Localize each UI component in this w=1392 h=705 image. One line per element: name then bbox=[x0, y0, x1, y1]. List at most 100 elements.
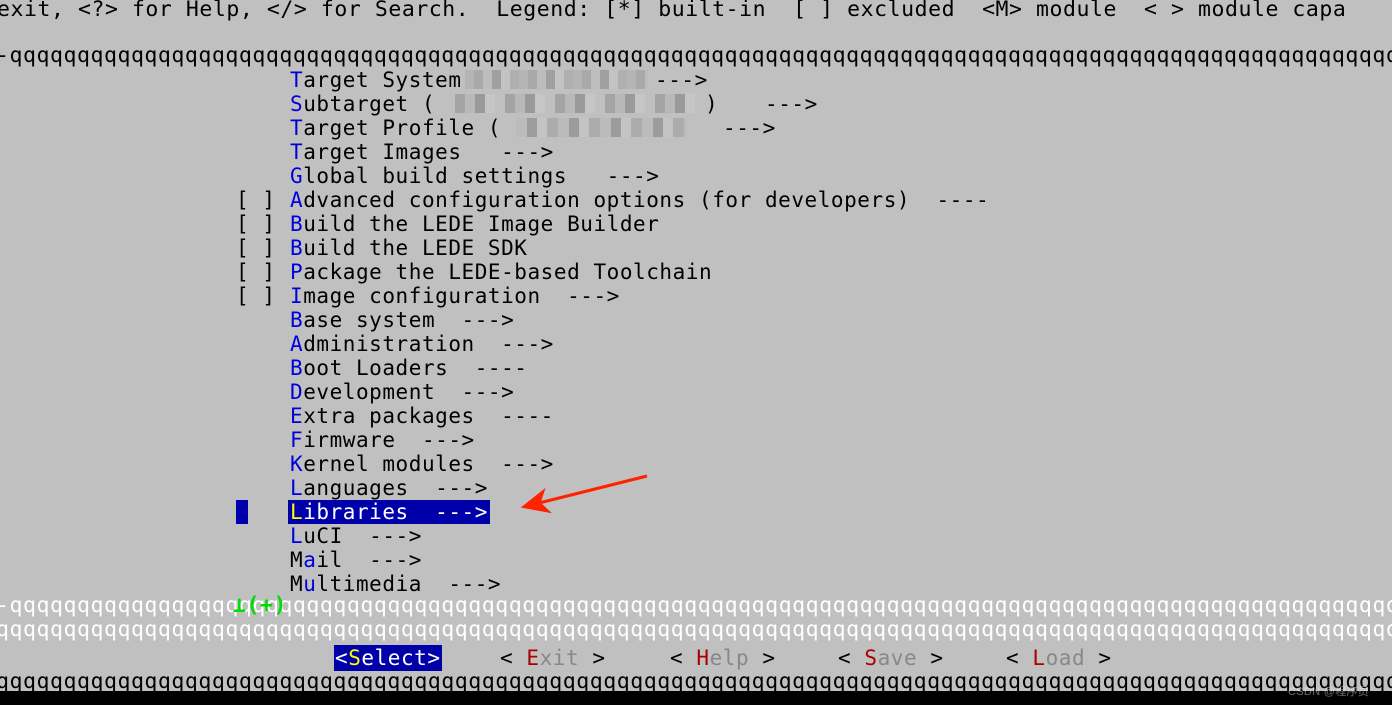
menu-item[interactable]: Firmware ---> bbox=[0, 428, 1392, 452]
load-button[interactable]: < Load > bbox=[1006, 645, 1112, 671]
menu-item-hotkey: L bbox=[290, 524, 304, 548]
config-menu-list[interactable]: Target System ---> Subtarget () ---> Target … bbox=[0, 68, 1392, 596]
menu-item-text: ubtarget ( bbox=[303, 92, 436, 116]
menu-item[interactable]: Development ---> bbox=[0, 380, 1392, 404]
menu-item-checkbox[interactable]: [ ] bbox=[236, 188, 276, 212]
menu-item-text: ibraries ---> bbox=[303, 500, 488, 524]
menu-item[interactable]: Target System ---> bbox=[0, 68, 1392, 92]
menu-item-label: Firmware ---> bbox=[290, 428, 475, 452]
annotation-arrow-icon bbox=[520, 474, 648, 514]
button-open-bracket: < bbox=[500, 646, 527, 670]
menu-item[interactable]: LuCI ---> bbox=[0, 524, 1392, 548]
menu-item-hotkey: B bbox=[290, 236, 304, 260]
selection-cursor-block bbox=[236, 500, 248, 524]
menu-item-label: Target System bbox=[290, 68, 462, 92]
menu-item-submenu-arrow: ---> bbox=[765, 92, 818, 116]
menu-item-label: Target Profile ( bbox=[290, 116, 501, 140]
dialog-inner-border-lower: qqqqqqqqqqqqqqqqqqqqqqqqqqqqqqqqqqqqqqqq… bbox=[0, 618, 1392, 642]
menu-item-text: ackage the LEDE-based Toolchain bbox=[303, 260, 713, 284]
menu-item-label: Development ---> bbox=[290, 380, 514, 404]
menu-item-label-prefix: M bbox=[290, 572, 304, 596]
scroll-position-marker: ⊥(+) bbox=[233, 593, 287, 618]
button-label: elp bbox=[709, 646, 750, 670]
menu-item-label: Build the LEDE SDK bbox=[290, 236, 528, 260]
menu-item-label: Package the LEDE-based Toolchain bbox=[290, 260, 712, 284]
redacted-value bbox=[465, 70, 648, 89]
menu-item-label: Boot Loaders ---- bbox=[290, 356, 528, 380]
menu-item-label: LuCI ---> bbox=[290, 524, 422, 548]
button-label: ave bbox=[877, 646, 918, 670]
menu-item-close-paren: ) bbox=[705, 92, 719, 116]
menu-item-checkbox[interactable]: [ ] bbox=[236, 212, 276, 236]
button-close-bracket: > bbox=[917, 646, 944, 670]
button-hotkey: H bbox=[696, 646, 710, 670]
menu-item[interactable]: Subtarget () ---> bbox=[0, 92, 1392, 116]
menu-item-label: Mail ---> bbox=[290, 548, 422, 572]
menu-item-hotkey: S bbox=[290, 92, 304, 116]
menu-item[interactable]: Languages ---> bbox=[0, 476, 1392, 500]
button-hotkey: S bbox=[348, 646, 362, 670]
button-open-bracket: < bbox=[1006, 646, 1033, 670]
menu-item[interactable]: [ ] Advanced configuration options (for d… bbox=[0, 188, 1392, 212]
menu-item[interactable]: [ ] Package the LEDE-based Toolchain bbox=[0, 260, 1392, 284]
menu-item[interactable]: [ ] Build the LEDE Image Builder bbox=[0, 212, 1392, 236]
menu-item-label: Languages ---> bbox=[290, 476, 488, 500]
watermark-text: CSDN @程序员 bbox=[1288, 686, 1370, 698]
menu-item[interactable]: Target Profile (---> bbox=[0, 116, 1392, 140]
button-close-bracket: > bbox=[749, 646, 776, 670]
menu-item[interactable]: Libraries ---> bbox=[0, 500, 1392, 524]
menu-item-label: Target Images ---> bbox=[290, 140, 554, 164]
menu-item-label: Image configuration ---> bbox=[290, 284, 620, 308]
menu-item-hotkey: I bbox=[290, 284, 304, 308]
menu-item[interactable]: Boot Loaders ---- bbox=[0, 356, 1392, 380]
dialog-button-bar[interactable]: <Select> < Exit > < Help > < Save > < Load > bbox=[0, 645, 1392, 671]
save-button[interactable]: < Save > bbox=[838, 645, 944, 671]
menu-item-hotkey: E bbox=[290, 404, 304, 428]
menu-item-label-prefix: M bbox=[290, 548, 304, 572]
menu-item-text: mage configuration ---> bbox=[303, 284, 620, 308]
button-open-bracket: < bbox=[838, 646, 865, 670]
menu-item-hotkey: T bbox=[290, 116, 304, 140]
menu-item-label: Multimedia ---> bbox=[290, 572, 501, 596]
menu-item-label: Build the LEDE Image Builder bbox=[290, 212, 659, 236]
menu-item[interactable]: Extra packages ---- bbox=[0, 404, 1392, 428]
menu-item[interactable]: Target Images ---> bbox=[0, 140, 1392, 164]
menu-item-checkbox[interactable]: [ ] bbox=[236, 284, 276, 308]
button-hotkey: S bbox=[864, 646, 878, 670]
menu-item-text: arget Profile ( bbox=[303, 116, 502, 140]
redacted-value bbox=[445, 94, 703, 113]
menu-item-text: uild the LEDE SDK bbox=[303, 236, 528, 260]
menu-item-hotkey: P bbox=[290, 260, 304, 284]
menu-item[interactable]: Base system ---> bbox=[0, 308, 1392, 332]
menu-item-checkbox[interactable]: [ ] bbox=[236, 260, 276, 284]
help-button[interactable]: < Help > bbox=[670, 645, 776, 671]
menu-item-hotkey: T bbox=[290, 68, 304, 92]
button-hotkey: E bbox=[526, 646, 540, 670]
menu-item-checkbox[interactable]: [ ] bbox=[236, 236, 276, 260]
menu-item-text: oot Loaders ---- bbox=[303, 356, 528, 380]
menu-item-label: Advanced configuration options (for deve… bbox=[290, 188, 989, 212]
menu-item-text: dministration ---> bbox=[303, 332, 554, 356]
button-close-bracket: > bbox=[427, 646, 441, 670]
select-button[interactable]: <Select> bbox=[334, 645, 442, 671]
menu-item-text: ltimedia ---> bbox=[316, 572, 502, 596]
menu-item[interactable]: Mail ---> bbox=[0, 548, 1392, 572]
menu-item[interactable]: Global build settings ---> bbox=[0, 164, 1392, 188]
button-hotkey: L bbox=[1032, 646, 1046, 670]
menu-item[interactable]: [ ] Image configuration ---> bbox=[0, 284, 1392, 308]
menu-item-text: irmware ---> bbox=[303, 428, 475, 452]
menu-item[interactable]: Administration ---> bbox=[0, 332, 1392, 356]
dialog-inner-border-upper: -qqqqqqqqqqqqqqqqqqqqqqqqqqqqqqqqqqqqqqq… bbox=[0, 594, 1392, 618]
exit-button[interactable]: < Exit > bbox=[500, 645, 606, 671]
menu-item-submenu-arrow: ---> bbox=[655, 68, 708, 92]
menu-item-label: Administration ---> bbox=[290, 332, 554, 356]
menu-item-hotkey: G bbox=[290, 164, 304, 188]
menuconfig-terminal-screen: exit, <?> for Help, </> for Search. Lege… bbox=[0, 0, 1392, 705]
terminal-bottom-strip bbox=[0, 691, 1392, 705]
menu-item[interactable]: Kernel modules ---> bbox=[0, 452, 1392, 476]
menu-item-text: xtra packages ---- bbox=[303, 404, 554, 428]
menu-item[interactable]: [ ] Build the LEDE SDK bbox=[0, 236, 1392, 260]
menu-item-hotkey: B bbox=[290, 308, 304, 332]
menu-item-hotkey: A bbox=[290, 332, 304, 356]
menu-item[interactable]: Multimedia ---> bbox=[0, 572, 1392, 596]
